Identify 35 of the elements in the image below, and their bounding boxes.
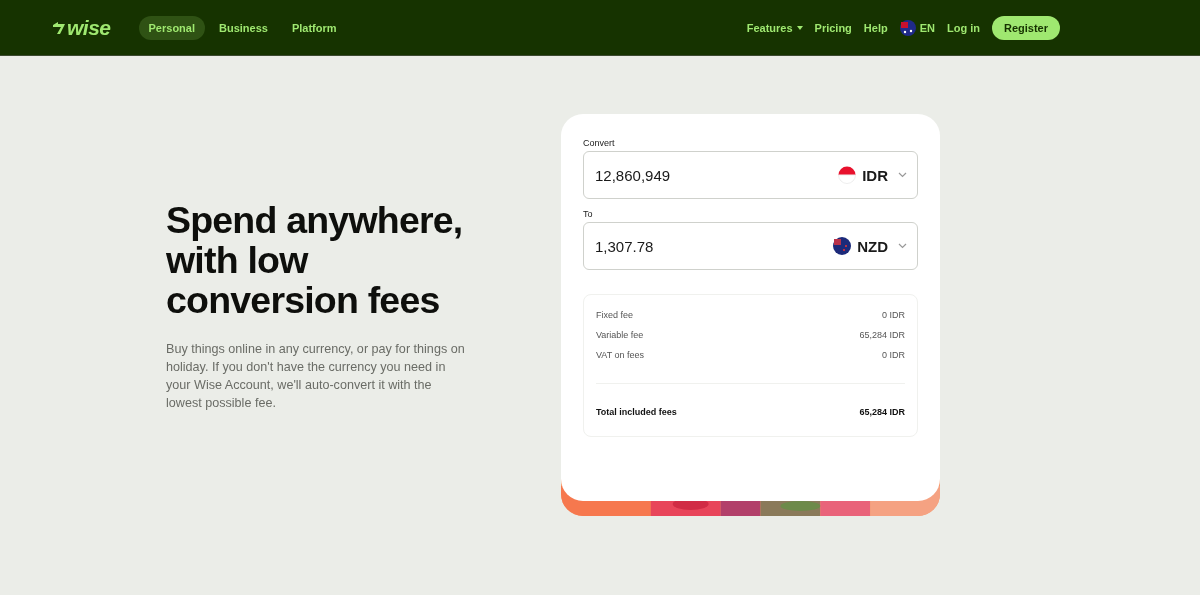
- nav-tab[interactable]: Business: [209, 15, 278, 40]
- nav-link[interactable]: Features: [746, 21, 793, 34]
- fee-value: 0 IDR: [882, 309, 905, 322]
- amount-field[interactable]: 1,307.78 NZD: [583, 222, 918, 270]
- chevron-icon[interactable]: [898, 243, 907, 249]
- currency-code[interactable]: IDR: [862, 166, 888, 184]
- field-label: Convert: [583, 138, 616, 148]
- flag-icon: [838, 166, 857, 184]
- nav-tab[interactable]: Platform: [281, 15, 347, 40]
- flag-icon: [833, 237, 852, 255]
- nav-link[interactable]: Help: [863, 21, 888, 34]
- nav-link[interactable]: Log in: [946, 21, 980, 34]
- nav-link[interactable]: Pricing: [814, 21, 852, 34]
- register-button[interactable]: Register: [991, 15, 1060, 40]
- fee-label: Fixed fee: [596, 309, 634, 322]
- logo-text[interactable]: wise: [67, 17, 111, 38]
- nav-tab[interactable]: Personal: [138, 15, 205, 40]
- chevron-icon[interactable]: [898, 172, 907, 178]
- field-label: To: [583, 209, 594, 219]
- logo-icon: [52, 20, 66, 35]
- amount-value: 12,860,949: [595, 166, 671, 184]
- fee-label: Variable fee: [596, 329, 644, 342]
- flag-icon: [899, 19, 916, 36]
- total-label: Total included fees: [596, 406, 677, 419]
- amount-value: 1,307.78: [595, 237, 654, 255]
- fee-label: VAT on fees: [596, 349, 645, 362]
- amount-field[interactable]: 12,860,949 IDR: [583, 151, 918, 199]
- total-value: 65,284 IDR: [859, 406, 905, 419]
- hero-text: Buy things online in any currency, or pay for things on holiday. If you don't have the currency you need in your Wise Account, we'll auto-convert it with the lowest possible fee.: [166, 341, 466, 412]
- fee-value: 0 IDR: [882, 349, 905, 362]
- fee-value: 65,284 IDR: [859, 329, 905, 342]
- hero-title: Spend anywhere, with low conversion fees: [166, 200, 464, 320]
- language-link[interactable]: EN: [919, 21, 935, 34]
- caret-icon: [796, 25, 803, 30]
- currency-code[interactable]: NZD: [857, 237, 888, 255]
